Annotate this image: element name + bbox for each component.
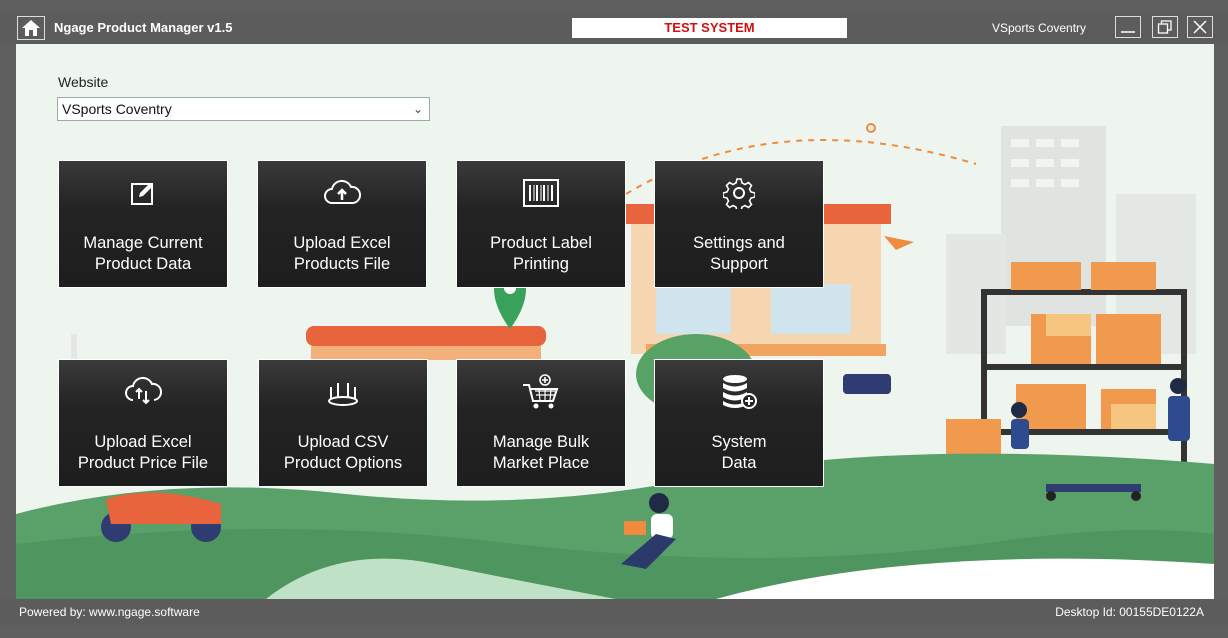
close-icon xyxy=(1193,20,1207,34)
minimize-icon xyxy=(1121,31,1135,33)
gear-icon xyxy=(655,175,823,211)
background-illustration xyxy=(16,123,1214,599)
tile-upload-excel-products-file[interactable]: Upload Excel Products File xyxy=(257,160,427,288)
restore-icon xyxy=(1157,20,1172,34)
tile-label: Settings and Support xyxy=(693,234,785,273)
home-icon xyxy=(22,20,40,36)
website-dropdown[interactable]: VSports Coventry ⌄ xyxy=(57,97,430,121)
tile-upload-csv-product-options[interactable]: Upload CSV Product Options xyxy=(258,359,428,487)
main-panel: Website VSports Coventry ⌄ Manage Curren… xyxy=(16,44,1214,599)
status-bar: Powered by: www.ngage.software Desktop I… xyxy=(0,599,1228,625)
app-title: Ngage Product Manager v1.5 xyxy=(54,20,233,35)
tile-label: Upload CSV Product Options xyxy=(283,433,403,472)
website-selected-value: VSports Coventry xyxy=(62,101,172,117)
close-button[interactable] xyxy=(1187,16,1213,38)
minimize-button[interactable] xyxy=(1115,16,1141,38)
tile-manage-current-product-data[interactable]: Manage Current Product Data xyxy=(58,160,228,288)
tile-upload-excel-product-price-file[interactable]: Upload Excel Product Price File xyxy=(58,359,228,487)
tile-settings-and-support[interactable]: Settings and Support xyxy=(654,160,824,288)
chevron-down-icon: ⌄ xyxy=(412,102,423,116)
tile-label: Product Label Printing xyxy=(490,234,592,273)
tile-label: System Data xyxy=(711,433,767,472)
cloud-sync-icon xyxy=(59,374,227,410)
website-label: Website xyxy=(58,74,109,90)
database-icon xyxy=(655,374,823,410)
test-system-banner: TEST SYSTEM xyxy=(572,18,847,38)
tile-label: Upload Excel Products File xyxy=(293,234,391,273)
tile-label: Manage Current Product Data xyxy=(83,234,203,273)
options-icon xyxy=(259,374,427,410)
tile-label: Upload Excel Product Price File xyxy=(77,433,209,472)
tile-system-data[interactable]: System Data xyxy=(654,359,824,487)
powered-by-text: Powered by: www.ngage.software xyxy=(19,605,200,619)
current-site-label: VSports Coventry xyxy=(992,21,1087,35)
title-bar: Ngage Product Manager v1.5 TEST SYSTEM V… xyxy=(0,12,1228,44)
restore-button[interactable] xyxy=(1152,16,1178,38)
desktop-id-text: Desktop Id: 00155DE0122A xyxy=(1055,605,1204,619)
app-window: Ngage Product Manager v1.5 TEST SYSTEM V… xyxy=(0,0,1228,638)
tile-label: Manage Bulk Market Place xyxy=(492,433,590,472)
tile-manage-bulk-market-place[interactable]: Manage Bulk Market Place xyxy=(456,359,626,487)
home-button[interactable] xyxy=(17,16,45,40)
tile-product-label-printing[interactable]: Product Label Printing xyxy=(456,160,626,288)
cart-icon xyxy=(457,374,625,410)
edit-icon xyxy=(59,175,227,211)
barcode-icon xyxy=(457,175,625,211)
cloud-upload-icon xyxy=(258,175,426,211)
